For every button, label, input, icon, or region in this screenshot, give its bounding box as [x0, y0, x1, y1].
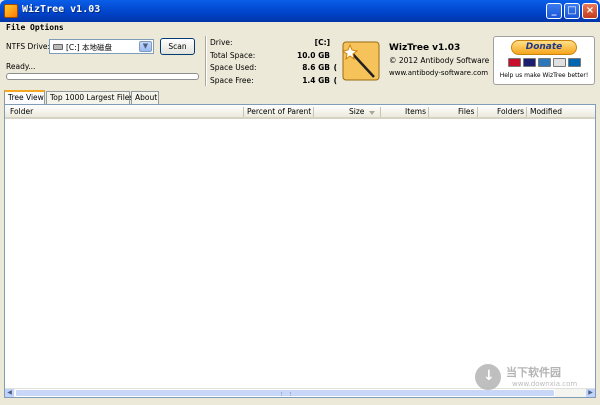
- menu-file[interactable]: File: [6, 23, 25, 32]
- about-website-link[interactable]: www.antibody-software.com: [389, 69, 488, 77]
- col-percent-of-parent[interactable]: Percent of Parent: [247, 107, 311, 116]
- scan-progress-bar: [6, 73, 199, 80]
- col-folder[interactable]: Folder: [10, 107, 33, 116]
- maximize-button[interactable]: □: [564, 3, 580, 19]
- col-divider[interactable]: [243, 107, 244, 117]
- donate-button[interactable]: Donate: [511, 40, 577, 55]
- about-copyright: © 2012 Antibody Software: [389, 56, 490, 65]
- space-free-percent-truncated: (: [333, 75, 337, 85]
- minimize-button[interactable]: _: [546, 3, 562, 19]
- total-space-row: Total Space: 10.0 GB: [210, 51, 335, 64]
- drive-row: Drive: [C:]: [210, 38, 335, 51]
- drive-label: Drive:: [210, 38, 233, 47]
- space-free-row: Space Free: 1.4 GB (: [210, 75, 337, 89]
- about-app-name: WizTree v1.03: [389, 43, 461, 53]
- wizard-wand-icon: [342, 41, 380, 81]
- about-box: WizTree v1.03 © 2012 Antibody Software w…: [338, 36, 490, 84]
- col-divider[interactable]: [313, 107, 314, 117]
- donate-box: Donate Help us make WizTree better!: [493, 36, 595, 85]
- drive-select[interactable]: [C:] 本地磁盘 ▼: [49, 39, 154, 54]
- menu-bar: File Options: [0, 22, 600, 34]
- col-divider[interactable]: [477, 107, 478, 117]
- folder-tree-list[interactable]: Folder Percent of Parent Size Items File…: [4, 104, 596, 398]
- site-watermark: ↓ 当下软件园 www.downxia.com: [470, 362, 595, 394]
- drive-select-value: [C:] 本地磁盘: [66, 43, 112, 52]
- status-text: Ready...: [6, 62, 36, 71]
- tab-about[interactable]: About: [131, 91, 159, 104]
- discover-icon: [553, 58, 566, 67]
- tab-tree-view[interactable]: Tree View: [4, 90, 45, 105]
- col-divider[interactable]: [428, 107, 429, 117]
- hard-drive-icon: [53, 44, 63, 50]
- panel-divider: [205, 36, 207, 86]
- column-header: Folder Percent of Parent Size Items File…: [5, 105, 595, 119]
- scan-panel: NTFS Drive: [C:] 本地磁盘 ▼ Scan Ready... Dr…: [0, 34, 600, 88]
- menu-options[interactable]: Options: [30, 23, 64, 32]
- sort-descending-icon: [369, 111, 375, 115]
- watermark-title: 当下软件园: [506, 366, 561, 379]
- space-used-percent-truncated: (: [333, 63, 337, 72]
- col-size[interactable]: Size: [349, 107, 364, 116]
- title-bar[interactable]: WizTree v1.03 _ □ ×: [0, 0, 600, 22]
- space-used-row: Space Used: 8.6 GB (: [210, 63, 337, 76]
- col-folders[interactable]: Folders: [497, 107, 524, 116]
- col-files[interactable]: Files: [458, 107, 474, 116]
- bank-icon: [568, 58, 581, 67]
- total-space-value: 10.0 GB: [297, 50, 330, 60]
- col-items[interactable]: Items: [405, 107, 426, 116]
- donate-caption: Help us make WizTree better!: [499, 72, 589, 79]
- ntfs-drive-label: NTFS Drive:: [6, 42, 51, 51]
- wiztree-app-icon: [4, 4, 18, 18]
- drive-value: [C:]: [314, 38, 330, 47]
- space-used-value: 8.6 GB: [302, 63, 330, 72]
- space-free-value: 1.4 GB: [302, 75, 330, 85]
- space-used-label: Space Used:: [210, 63, 257, 72]
- amex-icon: [538, 58, 551, 67]
- window-title: WizTree v1.03: [22, 4, 101, 15]
- close-button[interactable]: ×: [582, 3, 598, 19]
- total-space-label: Total Space:: [210, 50, 256, 60]
- col-divider[interactable]: [526, 107, 527, 117]
- drive-info: Drive: [C:] Total Space: 10.0 GB Space U…: [210, 38, 337, 89]
- col-divider[interactable]: [380, 107, 381, 117]
- scroll-left-arrow-icon[interactable]: ◀: [5, 389, 14, 397]
- download-arrow-icon: ↓: [483, 368, 495, 384]
- mastercard-icon: [508, 58, 521, 67]
- chevron-down-icon[interactable]: ▼: [139, 41, 152, 52]
- scrollbar-grip-icon: [281, 392, 291, 396]
- watermark-url: www.downxia.com: [512, 380, 578, 388]
- col-modified[interactable]: Modified: [530, 107, 562, 116]
- space-free-label: Space Free:: [210, 75, 254, 85]
- visa-icon: [523, 58, 536, 67]
- tab-top-1000-largest-files[interactable]: Top 1000 Largest Files: [46, 91, 133, 104]
- scan-button[interactable]: Scan: [160, 38, 195, 55]
